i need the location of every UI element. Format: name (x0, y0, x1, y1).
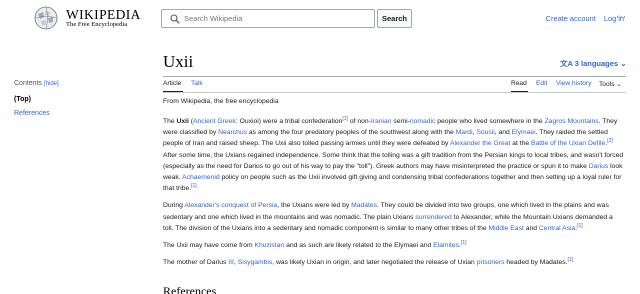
translate-icon: 文A (560, 59, 573, 68)
link-prisoners[interactable]: prisoners (477, 259, 505, 266)
create-account-link[interactable]: Create account (546, 14, 596, 23)
link-mardi[interactable]: Mardi (456, 129, 473, 136)
link-surrendered[interactable]: surrendered (415, 214, 451, 221)
toc-heading: Contents [hide] (14, 80, 59, 87)
toc-heading-label: Contents (14, 80, 43, 87)
more-options-icon[interactable]: ⋯ (616, 12, 626, 23)
paragraph-3: The Uxii may have come from Khuzistan an… (163, 239, 467, 250)
search-icon (170, 14, 180, 24)
citation[interactable]: [1] (577, 223, 583, 229)
toc-hide-link[interactable]: [hide] (44, 81, 59, 87)
tabs-divider (163, 92, 626, 93)
wikipedia-wordmark[interactable]: WIKIPEDIA (66, 8, 141, 22)
citation[interactable]: [1] (568, 257, 574, 263)
tab-talk[interactable]: Talk (191, 80, 203, 87)
page-title: Uxii (163, 52, 194, 71)
citation[interactable]: [1] (461, 240, 467, 246)
paragraph-4: The mother of Darius III, Sisygambis, wa… (163, 256, 574, 267)
toc-item-references[interactable]: References (14, 110, 50, 117)
link-ancient-greek[interactable]: Ancient Greek (193, 118, 236, 125)
link-sousii[interactable]: Sousii (476, 129, 494, 136)
toc-item-top[interactable]: (Top) (14, 96, 31, 103)
link-sisygambis[interactable]: Sisygambis (238, 259, 273, 266)
wikipedia-globe-logo[interactable] (34, 6, 58, 30)
wikipedia-tagline: The Free Encyclopedia (66, 21, 128, 28)
link-central-asia[interactable]: Central Asia (539, 225, 575, 232)
link-elamites[interactable]: Elamites (433, 242, 459, 249)
link-alexander-the-great[interactable]: Alexander the Great (450, 140, 510, 147)
link-nomadic[interactable]: nomadic (410, 118, 436, 125)
chevron-down-icon: ⌄ (620, 59, 627, 68)
link-battle-of-the-uxian-defile[interactable]: Battle of the Uxian Defile (531, 140, 605, 147)
page-tabs: Article Talk Read Edit View history Tool… (163, 80, 626, 93)
tab-article[interactable]: Article (163, 80, 181, 87)
link-alexanders-conquest-of-persia[interactable]: Alexander's conquest of Persia (184, 202, 277, 209)
citation[interactable]: [1] (191, 183, 197, 189)
search-button[interactable]: Search (377, 9, 412, 28)
from-wikipedia-note: From Wikipedia, the free encyclopedia (163, 98, 279, 105)
link-elymaei[interactable]: Elymaei (512, 129, 536, 136)
tab-edit[interactable]: Edit (536, 80, 547, 87)
language-count: 3 languages (574, 59, 619, 68)
search-input[interactable] (184, 11, 369, 26)
references-heading: References (163, 284, 217, 294)
language-button[interactable]: 文A 3 languages ⌄ (560, 58, 626, 69)
tools-label: Tools (599, 81, 615, 88)
tab-view-history[interactable]: View history (556, 80, 591, 87)
link-nearchus[interactable]: Nearchus (218, 129, 247, 136)
link-zagros-mountains[interactable]: Zagros Mountains (545, 118, 599, 125)
tools-menu[interactable]: Tools ⌄ (599, 80, 622, 88)
article-body: The Uxii (Ancient Greek: Ouxioi) were a … (163, 116, 625, 274)
tab-read[interactable]: Read (511, 80, 527, 87)
paragraph-2: During Alexander's conquest of Persia, t… (163, 202, 613, 232)
link-madates[interactable]: Madates (351, 202, 377, 209)
link-iranian[interactable]: Iranian (371, 118, 392, 125)
paragraph-1: The Uxii (Ancient Greek: Ouxioi) were a … (163, 115, 624, 193)
link-middle-east[interactable]: Middle East (489, 225, 524, 232)
title-divider (163, 76, 626, 77)
search-box[interactable] (161, 9, 375, 28)
link-darius[interactable]: Darius (589, 163, 609, 170)
citation[interactable]: [2] (607, 138, 613, 144)
link-khuzistan[interactable]: Khuzistan (255, 242, 285, 249)
link-achaemenid[interactable]: Achaemenid (182, 174, 220, 181)
chevron-down-icon: ⌄ (616, 81, 622, 88)
